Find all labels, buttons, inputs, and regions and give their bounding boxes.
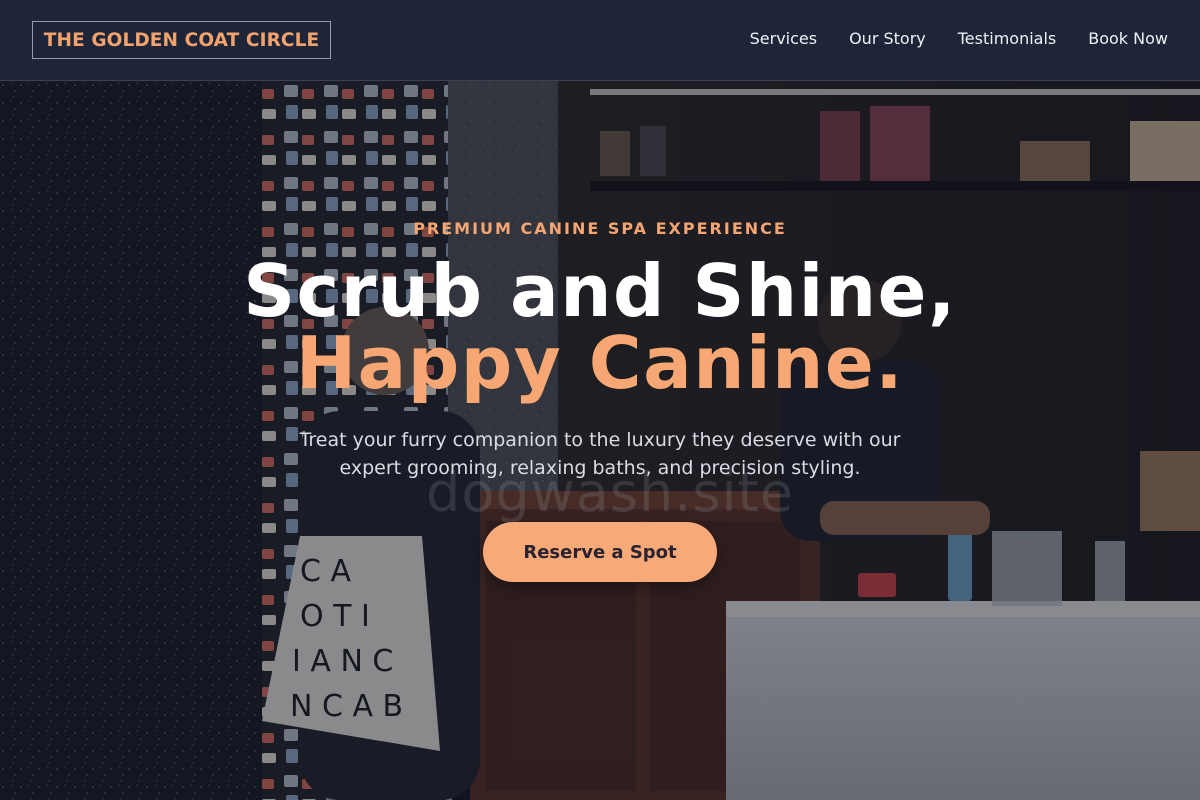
site-header: THE GOLDEN COAT CIRCLE Services Our Stor… <box>0 0 1200 81</box>
hero-headline-line1: Scrub and Shine, <box>243 249 957 333</box>
hero-subtext: Treat your furry companion to the luxury… <box>299 429 901 479</box>
hero-headline-line2: Happy Canine. <box>295 321 905 405</box>
hero-headline: Scrub and Shine, Happy Canine. <box>0 255 1200 399</box>
brand-logo[interactable]: THE GOLDEN COAT CIRCLE <box>32 21 331 59</box>
nav-link-our-story[interactable]: Our Story <box>849 29 926 49</box>
reserve-spot-button[interactable]: Reserve a Spot <box>483 522 717 582</box>
main-nav: Services Our Story Testimonials Book Now <box>750 29 1168 49</box>
nav-link-book-now[interactable]: Book Now <box>1088 29 1168 49</box>
nav-link-testimonials[interactable]: Testimonials <box>958 29 1057 49</box>
nav-link-services[interactable]: Services <box>750 29 817 49</box>
hero-eyebrow: PREMIUM CANINE SPA EXPERIENCE <box>413 219 787 238</box>
